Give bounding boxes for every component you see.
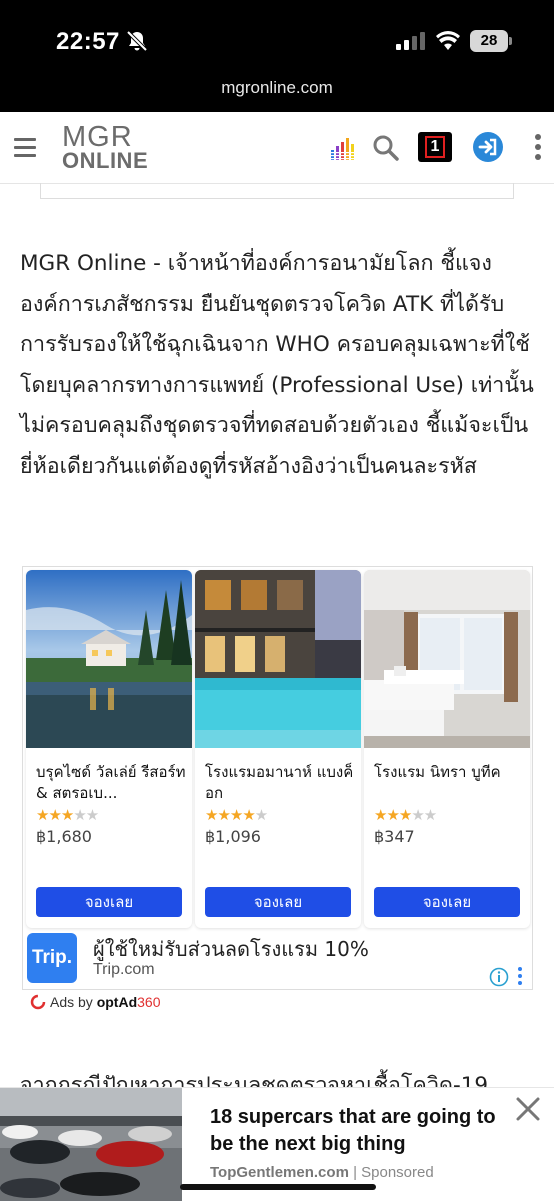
trip-logo: Trip. (27, 933, 77, 983)
wifi-icon (436, 31, 460, 50)
ad-options-icon[interactable] (517, 967, 523, 987)
optad-logo-icon (30, 994, 46, 1010)
hotel-photo (364, 570, 530, 748)
ads-by-number: 360 (137, 994, 161, 1010)
book-now-button[interactable]: จองเลย (36, 887, 182, 917)
address-bar-url[interactable]: mgronline.com (0, 78, 554, 98)
hotel-card[interactable]: บรุคไซด์ วัลเล่ย์ รีสอร์ท & สตรอเบ... ★★… (26, 570, 192, 928)
ads-by-prefix: Ads by (50, 994, 97, 1010)
hotel-ad-banner[interactable]: บรุคไซด์ วัลเล่ย์ รีสอร์ท & สตรอเบ... ★★… (22, 566, 533, 990)
search-icon[interactable] (372, 134, 400, 162)
close-icon[interactable] (515, 1096, 541, 1122)
login-icon[interactable] (472, 131, 504, 163)
previous-content-box (40, 183, 514, 199)
hotel-card[interactable]: โรงแรม นิทรา บูทีค ★★★★★ ฿347 จองเลย (364, 570, 530, 928)
one-app-label: 1 (425, 136, 445, 158)
site-header: MGR ONLINE (0, 112, 554, 184)
signal-icon (396, 32, 425, 50)
hotel-name: โรงแรมอมานาห์ แบงค็อก (205, 763, 354, 802)
ads-by-label[interactable]: Ads by optAd360 (30, 992, 161, 1012)
status-time: 22:57 (56, 28, 120, 55)
logo-line2: ONLINE (62, 148, 149, 173)
supercars-photo (0, 1088, 182, 1201)
book-now-button[interactable]: จองเลย (205, 887, 351, 917)
ads-by-brand: optAd (96, 994, 138, 1010)
status-bar: 22:57 28 mgronline.com (0, 0, 554, 112)
trip-ad-row[interactable]: Trip. ผู้ใช้ใหม่รับส่วนลดโรงแรม 10% Trip… (23, 929, 532, 989)
book-now-button[interactable]: จองเลย (374, 887, 520, 917)
rating-stars: ★★★★★ (205, 806, 268, 824)
rating-stars: ★★★★★ (36, 806, 99, 824)
stats-chart-icon[interactable] (331, 136, 355, 160)
bottom-ad-separator: | (348, 1164, 362, 1181)
hotel-card[interactable]: โรงแรมอมานาห์ แบงค็อก ★★★★★ ฿1,096 จองเล… (195, 570, 361, 928)
bottom-ad-meta: TopGentlemen.com | Sponsored (210, 1164, 434, 1181)
one-app-icon[interactable]: 1 (418, 132, 452, 162)
hotel-photo (195, 570, 361, 748)
hotel-price: ฿1,680 (36, 827, 92, 846)
hotel-price: ฿347 (374, 827, 415, 846)
hotel-name: บรุคไซด์ วัลเล่ย์ รีสอร์ท & สตรอเบ... (36, 763, 186, 802)
hotel-photo (26, 570, 192, 748)
hotel-name: โรงแรม นิทรา บูทีค (374, 763, 501, 781)
bell-off-icon (126, 30, 148, 52)
bottom-ad-source: TopGentlemen.com (210, 1164, 349, 1181)
hotel-price: ฿1,096 (205, 827, 261, 846)
rating-stars: ★★★★★ (374, 806, 437, 824)
battery-tip (509, 37, 512, 45)
bottom-ad-title[interactable]: 18 supercars that are going to be the ne… (210, 1104, 520, 1158)
ad-info-icon[interactable] (489, 967, 509, 987)
bottom-ad-sponsored: Sponsored (361, 1164, 434, 1181)
logo-line1: MGR (62, 121, 133, 153)
home-indicator[interactable] (180, 1184, 376, 1190)
battery-indicator: 28 (470, 30, 508, 52)
menu-icon[interactable] (14, 138, 36, 158)
site-logo[interactable]: MGR ONLINE (62, 121, 156, 174)
article-paragraph: MGR Online - เจ้าหน้าที่องค์การอนามัยโลก… (20, 251, 534, 479)
trip-ad-domain: Trip.com (93, 961, 155, 978)
more-options-icon[interactable] (535, 134, 541, 162)
